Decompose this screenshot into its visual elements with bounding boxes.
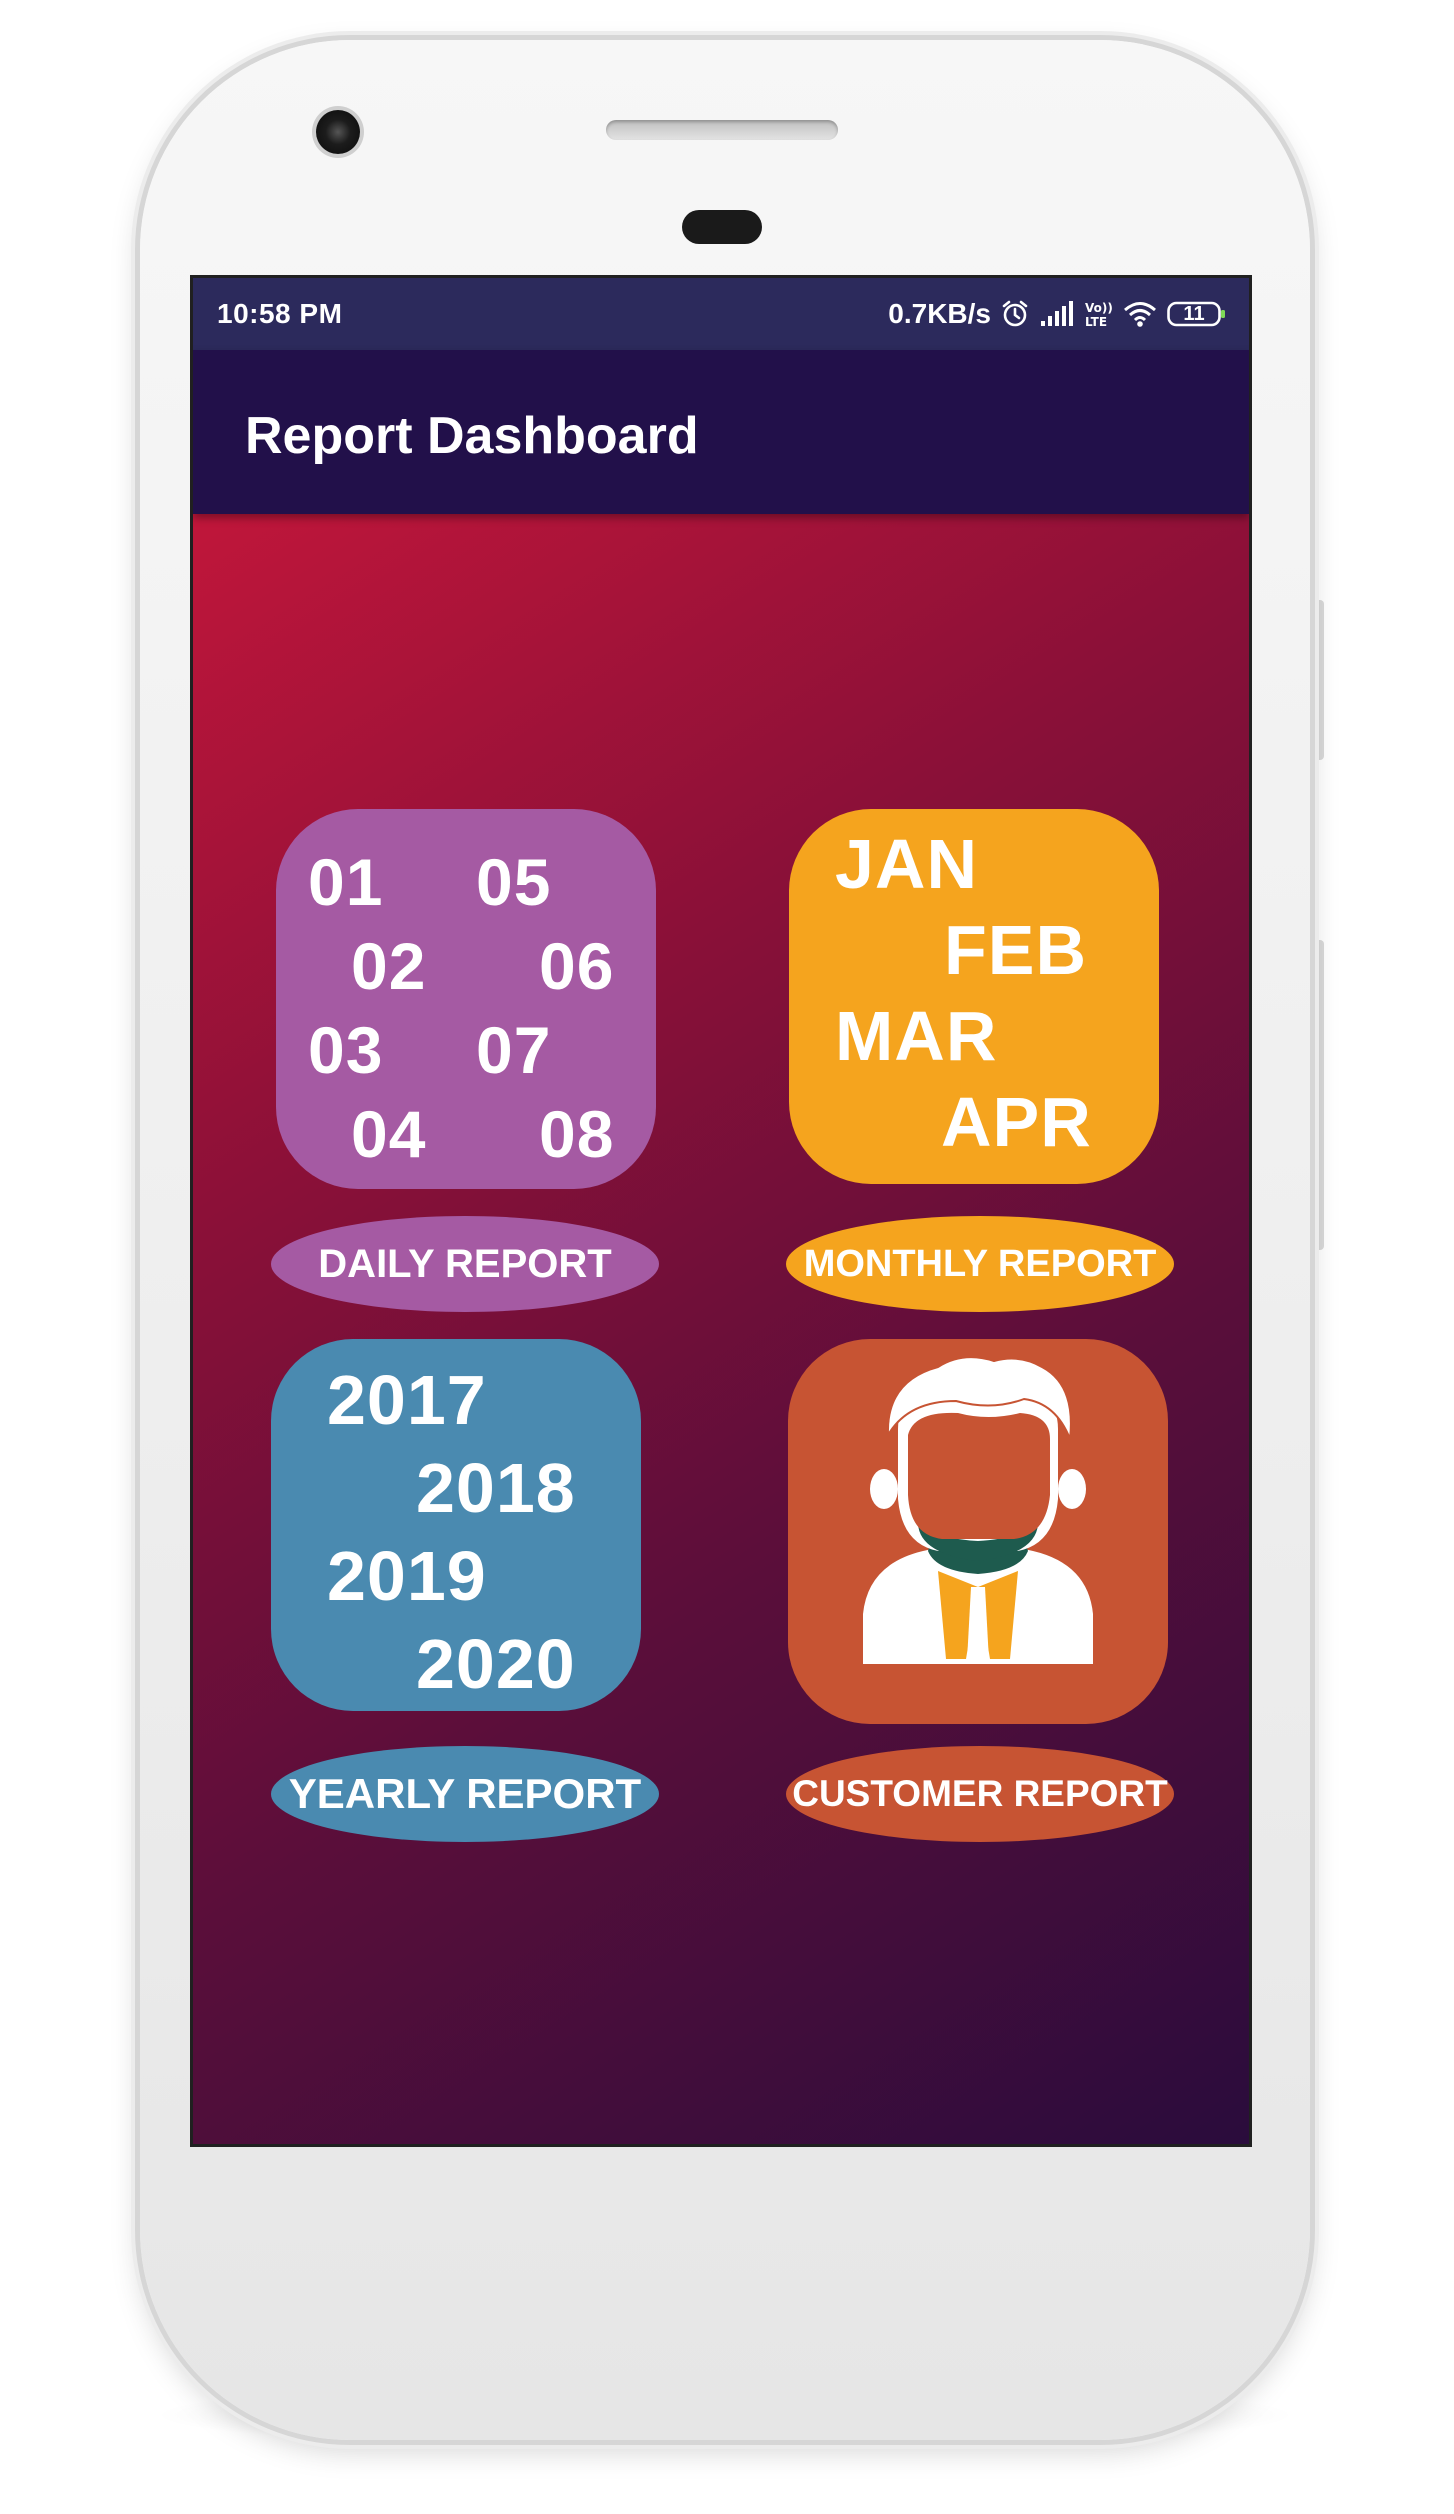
page-title: Report Dashboard [245, 407, 699, 465]
year-label: 2019 [327, 1537, 487, 1615]
month-label: FEB [944, 911, 1087, 989]
battery-icon: 11 [1167, 300, 1227, 328]
signal-icon [1039, 301, 1073, 327]
status-time: 10:58 PM [217, 298, 343, 329]
volte-icon: Vo)) LTE [1083, 299, 1113, 329]
svg-text:LTE: LTE [1085, 315, 1107, 329]
daily-number: 03 [308, 1013, 384, 1087]
daily-report-button[interactable]: DAILY REPORT [271, 1216, 659, 1312]
month-label: JAN [835, 825, 979, 903]
monthly-report-tile[interactable]: JAN FEB MAR APR [789, 809, 1159, 1184]
phone-screen: 10:58 PM 0.7KB/s Vo)) LTE 11 Report Dash… [193, 278, 1249, 2144]
proximity-sensor [682, 210, 762, 244]
daily-report-tile[interactable]: 01 05 02 06 03 07 04 08 [276, 809, 656, 1189]
month-label: MAR [835, 997, 998, 1075]
alarm-icon [1001, 300, 1029, 328]
status-bar: 10:58 PM 0.7KB/s Vo)) LTE 11 [193, 278, 1249, 350]
year-label: 2018 [416, 1449, 576, 1527]
year-label: 2020 [416, 1625, 576, 1703]
daily-number: 05 [476, 845, 552, 919]
customer-report-button[interactable]: CUSTOMER REPORT [786, 1746, 1174, 1842]
app-toolbar: Report Dashboard [193, 350, 1249, 514]
battery-level: 11 [1183, 303, 1205, 325]
monthly-report-button[interactable]: MONTHLY REPORT [786, 1216, 1174, 1312]
customer-report-tile[interactable] [788, 1339, 1168, 1724]
daily-number: 06 [539, 929, 615, 1003]
yearly-report-button[interactable]: YEARLY REPORT [271, 1746, 659, 1842]
month-label: APR [941, 1083, 1092, 1161]
status-indicators: 0.7KB/s Vo)) LTE 11 [888, 296, 1227, 332]
side-button-upper [1312, 600, 1324, 760]
customer-avatar-icon [863, 1356, 1093, 1664]
wifi-icon [1123, 300, 1157, 328]
front-camera [316, 110, 360, 154]
daily-number: 04 [351, 1097, 427, 1171]
yearly-report-tile[interactable]: 2017 2018 2019 2020 [271, 1339, 641, 1711]
svg-text:Vo)): Vo)) [1085, 301, 1113, 315]
daily-number: 07 [476, 1013, 552, 1087]
network-speed: 0.7KB/s [888, 298, 991, 329]
earpiece-speaker [606, 120, 838, 140]
year-label: 2017 [327, 1361, 487, 1439]
daily-number: 08 [539, 1097, 615, 1171]
side-button-lower [1312, 940, 1324, 1250]
dashboard-content: 01 05 02 06 03 07 04 08 DAILY REPORT JAN… [193, 514, 1249, 2144]
daily-number: 01 [308, 845, 384, 919]
device-mockup: 10:58 PM 0.7KB/s Vo)) LTE 11 Report Dash… [0, 0, 1454, 2514]
daily-number: 02 [351, 929, 427, 1003]
